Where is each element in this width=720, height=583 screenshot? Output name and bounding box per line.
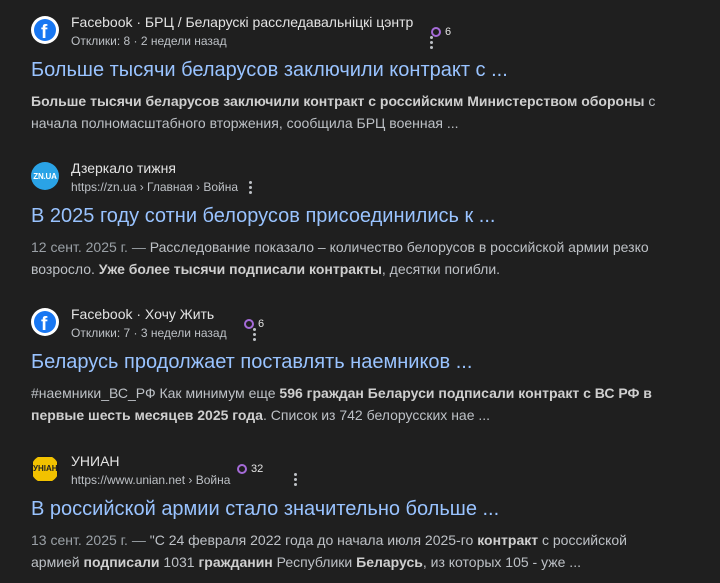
more-options-icon[interactable] (429, 36, 433, 50)
zn-ua-icon: ZN.UA (31, 162, 59, 190)
more-options-icon[interactable] (248, 180, 253, 195)
search-result: ZN.UA Дзеркало тижня https://zn.ua › Гла… (31, 160, 691, 280)
result-snippet: 13 сент. 2025 г. — "С 24 февраля 2022 го… (31, 529, 671, 573)
result-title-link[interactable]: В российской армии стало значительно бол… (31, 497, 691, 521)
snippet-text: 1031 (159, 554, 199, 570)
snippet-text: Республики (272, 554, 357, 570)
result-source[interactable]: f Facebook · Хочу Жить Отклики: 7 · 3 не… (31, 306, 691, 346)
site-meta: https://zn.ua › Главная › Война (71, 180, 253, 195)
snippet-highlight: подписали (83, 554, 160, 570)
site-meta: https://www.unian.net › Война (71, 473, 231, 487)
facebook-icon: f (31, 16, 59, 44)
badge-count: 6 (258, 318, 265, 330)
result-title-link[interactable]: Беларусь продолжает поставлять наемников… (31, 350, 691, 374)
site-name: Дзеркало тижня (71, 160, 176, 176)
result-title-link[interactable]: В 2025 году сотни белорусов присоединили… (31, 204, 691, 228)
badge-count: 32 (251, 463, 264, 475)
facebook-icon: f (31, 308, 59, 336)
result-snippet: Больше тысячи беларусов заключили контра… (31, 90, 671, 134)
snippet-highlight: Уже более тысячи подписали контракты (98, 261, 382, 277)
badge-count: 6 (445, 26, 452, 38)
more-options-icon[interactable] (293, 473, 297, 487)
snippet-text: . Список из 742 белорусских нае ... (262, 407, 491, 423)
reaction-badge[interactable]: 6 (431, 26, 451, 38)
result-title-link[interactable]: Больше тысячи беларусов заключили контра… (31, 58, 691, 82)
result-snippet: #наемники_ВС_РФ Как минимум еще 596 граж… (31, 382, 671, 426)
result-source[interactable]: ZN.UA Дзеркало тижня https://zn.ua › Гла… (31, 160, 691, 200)
result-source[interactable]: УНІАН УНИАН https://www.unian.net › Войн… (31, 453, 691, 493)
site-name: УНИАН (71, 453, 120, 469)
result-date: 12 сент. 2025 г. — (31, 239, 150, 255)
result-source[interactable]: f Facebook · БРЦ / Беларускі расследавал… (31, 14, 691, 54)
snippet-highlight: контракт (477, 532, 539, 548)
site-meta: Отклики: 7 · 3 недели назад (71, 326, 227, 340)
search-result: f Facebook · БРЦ / Беларускі расследавал… (31, 14, 691, 134)
snippet-text: #наемники_ВС_РФ Как минимум еще (31, 385, 280, 401)
snippet-highlight: гражданин (198, 554, 273, 570)
result-snippet: 12 сент. 2025 г. — Расследование показал… (31, 236, 671, 280)
more-options-icon[interactable] (252, 328, 256, 342)
ring-icon (237, 464, 247, 474)
search-result: УНІАН УНИАН https://www.unian.net › Войн… (31, 453, 691, 573)
site-meta: Отклики: 8 · 2 недели назад (71, 34, 227, 48)
result-date: 13 сент. 2025 г. — (31, 532, 150, 548)
unian-icon: УНІАН (31, 455, 59, 483)
search-result: f Facebook · Хочу Жить Отклики: 7 · 3 не… (31, 306, 691, 426)
snippet-highlight: Больше тысячи беларусов заключили контра… (31, 93, 645, 109)
site-name: Facebook · Хочу Жить (71, 306, 215, 322)
snippet-text: , десятки погибли. (381, 261, 501, 277)
snippet-text: "С 24 февраля 2022 года до начала июля 2… (149, 532, 478, 548)
snippet-highlight: Беларусь (356, 554, 423, 570)
snippet-text: , из которых 105 - уже ... (422, 554, 581, 570)
site-name: Facebook · БРЦ / Беларускі расследавальн… (71, 14, 414, 30)
reaction-badge[interactable]: 32 (237, 463, 263, 475)
